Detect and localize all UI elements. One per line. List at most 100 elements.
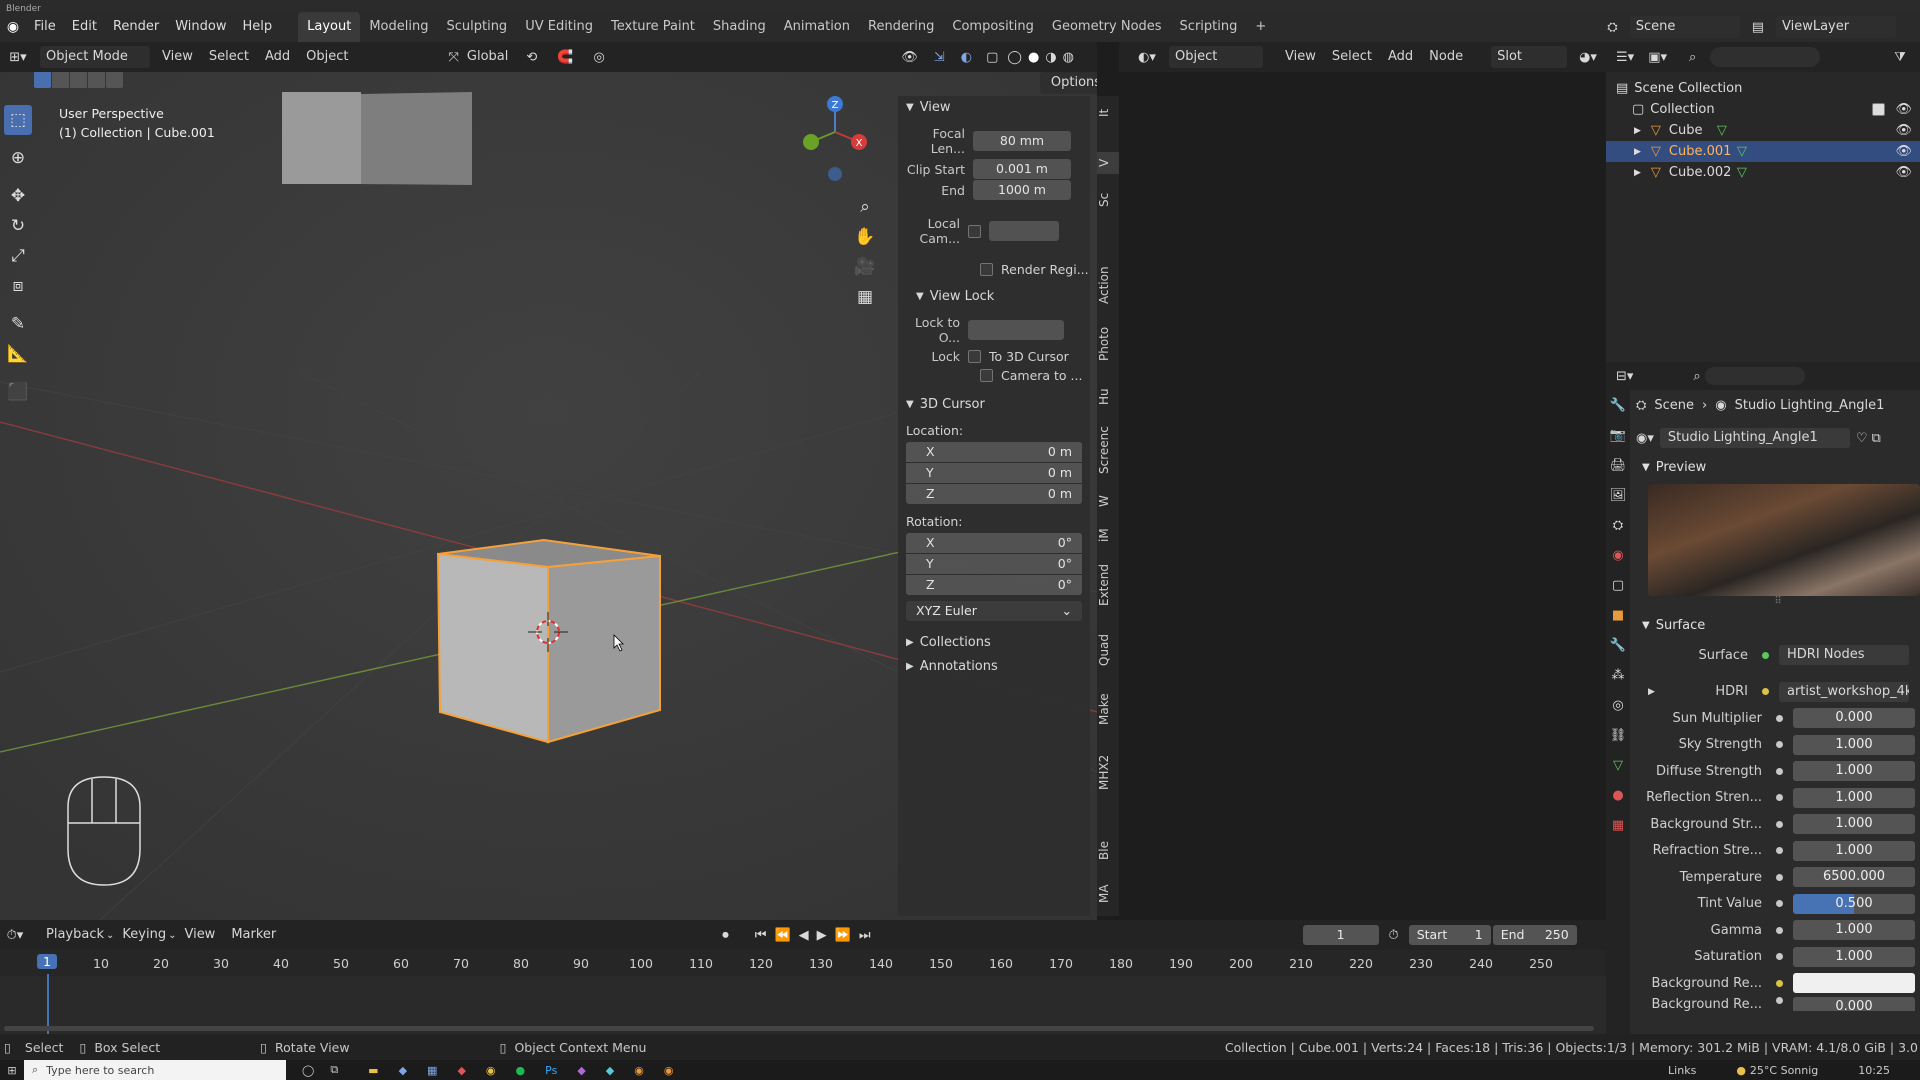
app-icon[interactable]: ◆ (606, 1064, 614, 1077)
background-color-swatch[interactable] (1793, 973, 1915, 994)
particles-tab-icon[interactable]: ⁂ (1606, 660, 1630, 690)
shading-material-icon[interactable]: ◑ (1045, 50, 1056, 65)
resize-handle-icon[interactable]: ⠿ (1636, 596, 1920, 614)
overlays-icon[interactable]: ◐ (961, 50, 972, 65)
reflection-strength-field[interactable]: 1.000 (1793, 787, 1915, 808)
next-keyframe-icon[interactable]: ⏩ (835, 928, 851, 943)
material-tab-icon[interactable]: ● (1606, 780, 1630, 810)
tab-scripting[interactable]: Scripting (1171, 12, 1247, 42)
add-workspace-icon[interactable]: + (1246, 12, 1275, 42)
saturation-field[interactable]: 1.000 (1793, 946, 1915, 967)
menu-add[interactable]: Add (257, 42, 298, 72)
object-tab-icon[interactable]: ■ (1606, 600, 1630, 630)
xray-icon[interactable]: ▢ (986, 50, 998, 65)
tab-quad[interactable]: Quad (1097, 630, 1119, 670)
jump-start-icon[interactable]: ⏮ (755, 928, 767, 943)
visibility-icon[interactable]: 👁 (901, 50, 918, 65)
frame-ruler[interactable]: 1 10 20 30 40 50 60 70 80 90 100 110 120… (0, 950, 1606, 976)
menu-view[interactable]: View (154, 42, 201, 72)
tab-uv-editing[interactable]: UV Editing (516, 12, 602, 42)
menu-help[interactable]: Help (235, 12, 281, 42)
explorer-icon[interactable]: ▬ (368, 1064, 378, 1077)
properties-search-input[interactable] (1704, 367, 1805, 385)
end-frame-field[interactable]: End 250 (1492, 925, 1577, 945)
expand-arrow-icon[interactable]: ▶ (1634, 168, 1641, 178)
background-re2-field[interactable]: 0.000 (1793, 996, 1915, 1011)
transform-tool-icon[interactable]: ⧈ (4, 271, 32, 301)
weather-text[interactable]: 25°C Sonnig (1750, 1064, 1818, 1077)
scale-tool-icon[interactable]: ⤢ (4, 241, 32, 271)
display-mode-icon[interactable]: ▣▾ (1648, 50, 1667, 65)
eye-icon[interactable]: 👁 (1895, 165, 1912, 180)
editor-type-icon[interactable]: ⊟▾ (1616, 369, 1633, 384)
temperature-field[interactable]: 6500.000 (1793, 867, 1915, 888)
pan-hand-icon[interactable]: ✋ (851, 222, 879, 252)
menu-view[interactable]: View (1277, 42, 1324, 72)
tab-hu[interactable]: Hu (1097, 384, 1119, 410)
menu-edit[interactable]: Edit (64, 12, 105, 42)
editor-type-icon[interactable]: ☰▾ (1616, 50, 1634, 65)
photoshop-icon[interactable]: Ps (545, 1064, 557, 1077)
tool-tab-icon[interactable]: 🔧 (1606, 390, 1630, 420)
ortho-grid-icon[interactable]: ▦ (851, 282, 879, 312)
taskbar-links[interactable]: Links (1668, 1064, 1696, 1077)
marker-menu[interactable]: Marker (223, 920, 284, 950)
physics-tab-icon[interactable]: ◎ (1606, 690, 1630, 720)
tab-mhx2[interactable]: MHX2 (1097, 748, 1119, 796)
menu-window[interactable]: Window (167, 12, 234, 42)
scene-selector-icon[interactable]: ⛭ (1607, 20, 1617, 35)
keying-menu[interactable]: Keying (114, 920, 174, 950)
tab-action[interactable]: Action (1097, 260, 1119, 310)
current-frame-field[interactable]: 1 (1302, 925, 1379, 945)
refraction-strength-field[interactable]: 1.000 (1793, 840, 1915, 861)
texture-tab-icon[interactable]: ▦ (1606, 810, 1630, 840)
app-icon[interactable]: ◆ (399, 1064, 407, 1077)
menu-add[interactable]: Add (1380, 42, 1421, 72)
constraints-tab-icon[interactable]: ⛓ (1606, 720, 1630, 750)
render-region-checkbox[interactable] (980, 263, 993, 276)
tab-modeling[interactable]: Modeling (360, 12, 437, 42)
app-icon[interactable]: ◆ (577, 1064, 585, 1077)
blender-taskbar-icon[interactable]: ◉ (664, 1064, 674, 1077)
cursor-location-x[interactable]: X0 m (906, 442, 1082, 462)
playhead-line[interactable] (47, 974, 49, 1034)
windows-start-icon[interactable]: ⊞ (0, 1064, 24, 1077)
eye-icon[interactable]: 👁 (1895, 144, 1912, 159)
tab-ble[interactable]: Ble (1097, 836, 1119, 866)
play-reverse-icon[interactable]: ◀ (799, 928, 809, 943)
prev-keyframe-icon[interactable]: ⏪ (774, 928, 790, 943)
local-camera-checkbox[interactable] (968, 224, 981, 238)
material-icon[interactable]: ◕▾ (1579, 50, 1597, 65)
cursor-rotation-x[interactable]: X 0° (906, 533, 1082, 553)
sun-multiplier-field[interactable]: 0.000 (1793, 708, 1915, 729)
surface-value-field[interactable]: HDRI Nodes (1779, 645, 1909, 666)
local-camera-field[interactable] (989, 221, 1059, 241)
cursor-rotation-y[interactable]: Y 0° (906, 554, 1082, 574)
duplicate-icon[interactable]: ⧉ (1872, 431, 1881, 446)
playback-menu[interactable]: Playback (38, 920, 112, 950)
cursor-rotation-z[interactable]: Z 0° (906, 575, 1082, 595)
collection-row[interactable]: ▢ Collection 👁 (1616, 99, 1920, 120)
tab-geometry-nodes[interactable]: Geometry Nodes (1043, 12, 1171, 42)
sky-strength-field[interactable]: 1.000 (1793, 734, 1915, 755)
expand-arrow-icon[interactable]: ▶ (1634, 126, 1641, 136)
tab-layout[interactable]: Layout (298, 12, 361, 42)
gamma-field[interactable]: 1.000 (1793, 920, 1915, 941)
annotate-tool-icon[interactable]: ✎ (4, 309, 32, 339)
focal-length-field[interactable]: 80 mm (973, 131, 1071, 151)
select-box-tool-icon[interactable]: ⬚ (4, 105, 32, 135)
taskbar-search[interactable]: ⌕ Type here to search (24, 1060, 286, 1080)
timeline-view-menu[interactable]: View (176, 920, 223, 950)
timeline-scrollbar[interactable] (4, 1026, 1594, 1031)
view-layer-tab-icon[interactable]: 🖼 (1606, 480, 1630, 510)
move-tool-icon[interactable]: ✥ (4, 181, 32, 211)
render-tab-icon[interactable]: 📷 (1606, 420, 1630, 450)
rotate-tool-icon[interactable]: ↻ (4, 211, 32, 241)
tab-screencast[interactable]: Sc (1097, 188, 1119, 212)
preview-header[interactable]: ▼ Preview (1636, 456, 1920, 480)
tab-make[interactable]: Make (1097, 688, 1119, 730)
clock[interactable]: 10:25 (1858, 1064, 1890, 1077)
fake-user-icon[interactable]: ♡ (1856, 431, 1868, 446)
menu-render[interactable]: Render (105, 12, 167, 42)
app-icon[interactable]: ▦ (427, 1064, 437, 1077)
